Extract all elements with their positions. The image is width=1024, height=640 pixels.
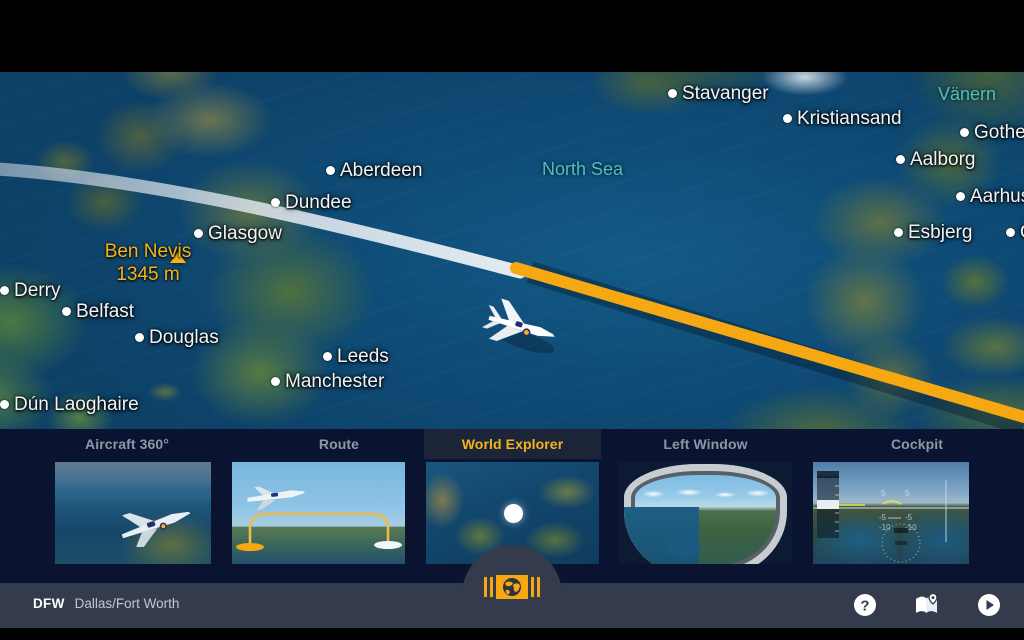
thumbnail-aircraft-360[interactable] (55, 462, 211, 564)
city-marker-dot (62, 307, 71, 316)
origin-airport: DFW Dallas/Fort Worth (33, 596, 179, 611)
thumb-window-frame (624, 464, 787, 564)
city-marker-dot (894, 228, 903, 237)
city-marker-dot (323, 352, 332, 361)
tab-label: Left Window (663, 436, 748, 452)
svg-text:-5: -5 (879, 513, 887, 522)
city-label[interactable]: Manchester (271, 372, 384, 391)
thumbnail-cockpit[interactable]: 5 5 -5 -5 -10 -10 (813, 462, 969, 564)
tab-label: World Explorer (461, 436, 564, 452)
city-label[interactable]: Dún Laoghaire (0, 395, 139, 414)
tab-route[interactable]: Route (254, 429, 424, 459)
city-marker-dot (1006, 228, 1015, 237)
city-marker-dot (0, 400, 9, 409)
city-marker-dot (668, 89, 677, 98)
view-tabs: Aircraft 360° Route World Explorer Left Win… (0, 429, 1024, 459)
city-label-text: Aarhus (970, 186, 1024, 207)
play-button[interactable] (976, 592, 1002, 618)
poi-name: Ben Nevis (104, 241, 192, 262)
svg-text:5: 5 (881, 489, 886, 498)
city-label-text: Kristiansand (797, 108, 902, 129)
city-label[interactable]: Kristiansand (783, 109, 902, 128)
ife-map-screen: North Sea Vänern Stavanger Kristiansand Got… (0, 0, 1024, 640)
city-marker-dot (783, 114, 792, 123)
globe-icon (484, 575, 540, 599)
city-label-text: Dundee (285, 192, 352, 213)
city-label-text: Glasgow (208, 223, 282, 244)
tab-cockpit[interactable]: Cockpit (810, 429, 1024, 459)
city-marker-dot (960, 128, 969, 137)
world-map-button[interactable] (481, 572, 543, 602)
city-label-text: Derry (14, 280, 61, 301)
city-label[interactable]: Gothe (960, 123, 1024, 142)
city-label[interactable]: Esbjerg (894, 223, 972, 242)
city-label[interactable]: Stavanger (668, 84, 769, 103)
city-label-text: Manchester (285, 371, 385, 392)
svg-text:?: ? (860, 598, 869, 615)
city-label[interactable]: Aberdeen (326, 161, 422, 180)
city-label-text: Leeds (337, 346, 389, 367)
thumbnail-route[interactable] (232, 462, 405, 564)
guide-button[interactable] (914, 592, 940, 618)
sea-label: North Sea (542, 160, 623, 178)
city-label-text: Aalborg (910, 149, 976, 170)
city-label[interactable]: Leeds (323, 347, 389, 366)
poi-ben-nevis[interactable]: Ben Nevis 1345 m (88, 240, 208, 286)
tab-aircraft-360[interactable]: Aircraft 360° (0, 429, 254, 459)
city-label-text: Stavanger (682, 83, 769, 104)
city-label-text: Aberdeen (340, 160, 423, 181)
thumb-position-marker (503, 504, 523, 523)
city-label-text: O (1020, 223, 1024, 242)
thumbnail-left-window[interactable] (619, 462, 792, 564)
svg-text:5: 5 (905, 489, 910, 498)
tab-left-window[interactable]: Left Window (601, 429, 810, 459)
status-bar-actions: ? (852, 592, 1002, 618)
tab-label: Route (318, 436, 360, 452)
city-label-text: Esbjerg (908, 222, 973, 243)
city-marker-dot (956, 192, 965, 201)
city-label-text: Douglas (149, 327, 219, 348)
svg-text:-5: -5 (905, 513, 913, 522)
city-marker-dot (194, 229, 203, 238)
city-label[interactable]: O (1006, 223, 1024, 242)
poi-elevation: 1345 m (116, 264, 180, 285)
city-marker-dot (326, 166, 335, 175)
thumb-route-arc (236, 486, 402, 551)
city-marker-dot (271, 198, 280, 207)
city-label[interactable]: Aalborg (896, 150, 976, 169)
city-marker-dot (271, 377, 280, 386)
city-label[interactable]: Aarhus (956, 187, 1024, 206)
city-label[interactable]: Derry (0, 281, 60, 300)
city-label[interactable]: Douglas (135, 328, 219, 347)
thumb-clouds (624, 486, 787, 503)
city-marker-dot (135, 333, 144, 342)
city-marker-dot (0, 286, 9, 295)
city-label[interactable]: Belfast (62, 302, 134, 321)
origin-code: DFW (33, 596, 65, 611)
aircraft-marker (482, 298, 555, 354)
city-label[interactable]: Dundee (271, 193, 352, 212)
tab-world-explorer[interactable]: World Explorer (424, 429, 601, 459)
sea-label-text: Vänern (938, 84, 997, 104)
letterbox-top (0, 0, 1024, 72)
city-marker-dot (896, 155, 905, 164)
help-icon: ? (854, 594, 876, 616)
world-map-view[interactable]: North Sea Vänern Stavanger Kristiansand Got… (0, 72, 1024, 429)
map-guide-icon (916, 593, 938, 613)
sea-label-text: North Sea (542, 159, 624, 179)
sea-label: Vänern (938, 85, 996, 103)
origin-name: Dallas/Fort Worth (74, 596, 180, 611)
play-icon (978, 594, 1000, 616)
letterbox-bottom (0, 628, 1024, 640)
city-label-text: Gothe (974, 122, 1024, 143)
tab-label: Cockpit (890, 436, 944, 452)
thumb-vignette (55, 462, 211, 564)
tab-label: Aircraft 360° (85, 436, 169, 452)
thumb-hud-overlay: 5 5-5 -5-10 -10 (813, 471, 969, 563)
city-label-text: Dún Laoghaire (14, 394, 139, 415)
help-button[interactable]: ? (852, 592, 878, 618)
city-label-text: Belfast (76, 301, 135, 322)
